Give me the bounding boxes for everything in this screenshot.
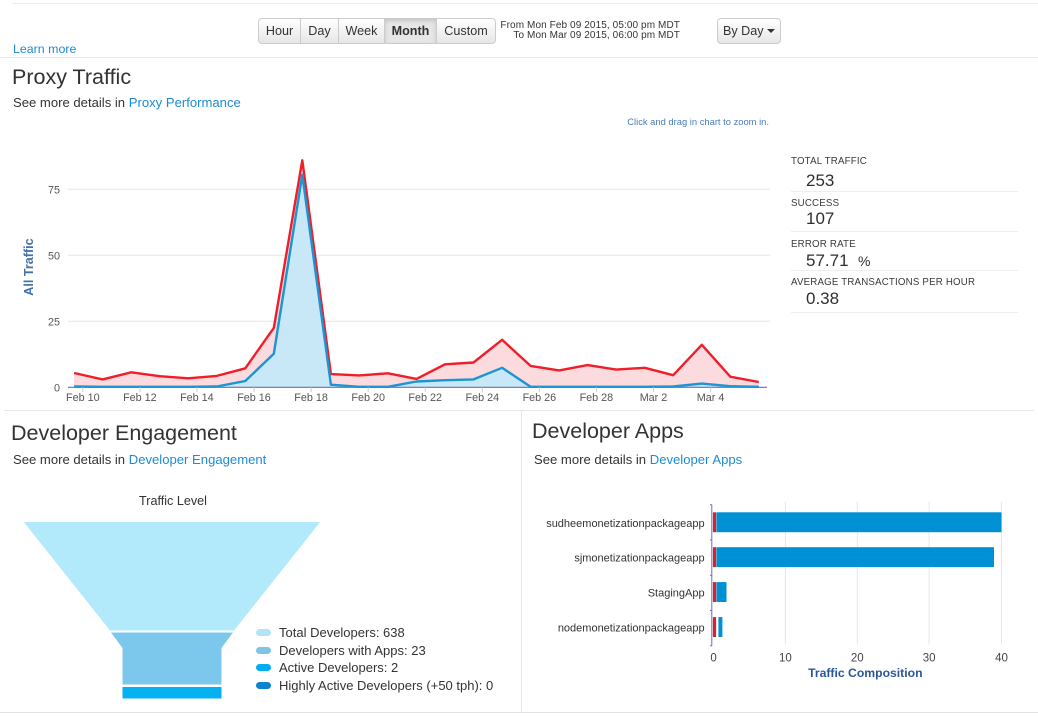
svg-text:Feb 12: Feb 12 [123,392,157,404]
svg-text:Mar 2: Mar 2 [640,392,668,404]
svg-text:Feb 16: Feb 16 [237,392,271,404]
svg-text:Feb 20: Feb 20 [351,392,385,404]
svg-text:sjmonetizationpackageapp: sjmonetizationpackageapp [574,553,704,565]
svg-text:75: 75 [48,185,60,197]
svg-text:Traffic Composition: Traffic Composition [808,666,922,680]
svg-text:Feb 28: Feb 28 [580,392,614,404]
svg-text:Feb 18: Feb 18 [294,392,328,404]
svg-text:Feb 26: Feb 26 [523,392,557,404]
svg-text:Feb 22: Feb 22 [408,392,442,404]
svg-text:0: 0 [54,383,60,395]
svg-text:50: 50 [48,251,60,263]
svg-text:All Traffic: All Traffic [22,238,36,295]
svg-text:30: 30 [923,653,936,665]
svg-text:Mar 4: Mar 4 [697,392,725,404]
svg-text:Feb 24: Feb 24 [465,392,499,404]
svg-text:Feb 10: Feb 10 [66,392,100,404]
svg-text:20: 20 [851,653,864,665]
svg-text:StagingApp: StagingApp [648,588,705,600]
svg-text:25: 25 [48,317,60,329]
svg-text:Feb 14: Feb 14 [180,392,214,404]
svg-text:10: 10 [779,653,792,665]
svg-text:sudheemonetizationpackageapp: sudheemonetizationpackageapp [546,518,704,530]
svg-text:nodemonetizationpackageapp: nodemonetizationpackageapp [558,623,705,635]
svg-text:40: 40 [995,653,1008,665]
svg-text:0: 0 [710,653,716,665]
